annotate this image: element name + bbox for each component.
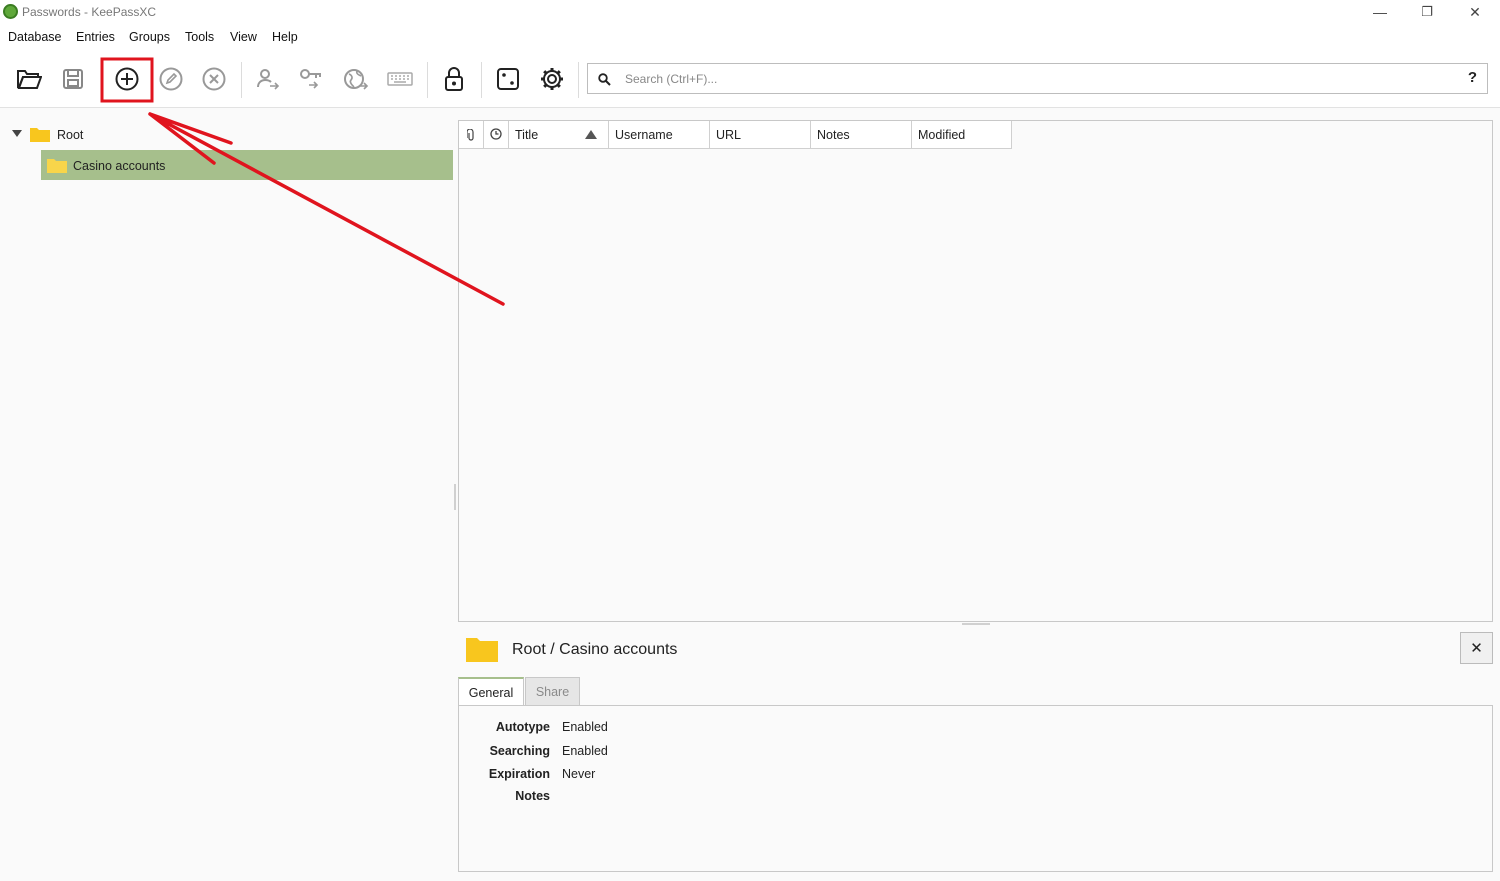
copy-url-button[interactable]: [339, 62, 373, 96]
copy-username-icon: [257, 69, 280, 90]
autotype-button[interactable]: [383, 62, 417, 96]
maximize-button[interactable]: ❐: [1404, 0, 1450, 24]
preview-group-path: Root / Casino accounts: [512, 641, 678, 658]
toolbar-separator: [578, 62, 579, 98]
menu-groups[interactable]: Groups: [129, 30, 170, 44]
group-folder-icon: [466, 638, 498, 662]
autotype-keyboard-icon: [387, 72, 413, 86]
expiration-label: Expiration: [488, 767, 550, 781]
copy-url-icon: [344, 69, 369, 90]
menu-database[interactable]: Database: [8, 30, 62, 44]
copy-password-icon: [300, 69, 321, 89]
menu-bar: Database Entries Groups Tools View Help: [0, 24, 1500, 50]
tree-item-root[interactable]: Root: [0, 120, 456, 150]
menu-entries[interactable]: Entries: [76, 30, 115, 44]
close-preview-button[interactable]: ✕: [1460, 632, 1493, 664]
toolbar-separator: [427, 62, 428, 98]
tree-root-label: Root: [57, 128, 84, 142]
copy-password-button[interactable]: [295, 62, 329, 96]
menu-tools[interactable]: Tools: [185, 30, 214, 44]
tab-general[interactable]: General: [458, 677, 524, 706]
folder-icon: [30, 128, 50, 142]
title-bar: Passwords - KeePassXC — ❐ ✕: [0, 0, 1500, 24]
column-modified-label: Modified: [918, 128, 966, 142]
lock-database-button[interactable]: [437, 62, 471, 96]
searching-label: Searching: [489, 744, 550, 758]
add-entry-icon: [115, 67, 139, 91]
delete-entry-button[interactable]: [197, 62, 231, 96]
vertical-splitter-handle[interactable]: [454, 484, 456, 510]
window-title: Passwords - KeePassXC: [22, 5, 157, 19]
searching-value: Enabled: [562, 744, 608, 758]
password-generator-icon: [497, 68, 519, 90]
horizontal-splitter-handle[interactable]: [962, 623, 990, 625]
general-tab-panel: Autotype Enabled Searching Enabled Expir…: [458, 705, 1493, 872]
toolbar-separator: [241, 62, 242, 98]
search-field[interactable]: Search (Ctrl+F)... ?: [587, 63, 1488, 94]
autotype-label: Autotype: [495, 720, 550, 734]
entry-table: Title Username URL Notes Modified: [458, 120, 1493, 622]
toolbar-separator: [481, 62, 482, 98]
delete-entry-icon: [202, 67, 226, 91]
tree-item-casino-accounts[interactable]: Casino accounts: [41, 150, 453, 180]
edit-entry-button[interactable]: [154, 62, 188, 96]
column-url[interactable]: URL: [710, 121, 811, 149]
column-title-label: Title: [515, 128, 539, 142]
group-tree-pane: Root Casino accounts: [0, 108, 456, 881]
column-notes-label: Notes: [817, 128, 850, 142]
toolbar: Search (Ctrl+F)... ?: [0, 50, 1500, 108]
menu-help[interactable]: Help: [272, 30, 298, 44]
sort-ascending-icon: [585, 130, 597, 139]
edit-entry-icon: [159, 67, 183, 91]
open-database-button[interactable]: [12, 62, 46, 96]
search-icon: [598, 73, 611, 86]
column-title[interactable]: Title: [509, 121, 609, 149]
settings-button[interactable]: [535, 62, 569, 96]
column-expiry[interactable]: [484, 121, 509, 149]
copy-username-button[interactable]: [251, 62, 285, 96]
tree-group-label: Casino accounts: [73, 159, 166, 173]
password-generator-button[interactable]: [491, 62, 525, 96]
paperclip-icon: [467, 129, 474, 141]
open-database-icon: [17, 70, 42, 89]
save-database-button[interactable]: [56, 62, 90, 96]
expand-arrow-icon: [12, 130, 22, 137]
column-url-label: URL: [716, 128, 742, 142]
clock-icon: [490, 128, 502, 140]
add-entry-button[interactable]: [110, 62, 144, 96]
folder-icon: [47, 159, 67, 173]
column-username[interactable]: Username: [609, 121, 710, 149]
column-notes[interactable]: Notes: [811, 121, 912, 149]
save-database-icon: [63, 69, 83, 89]
tab-share[interactable]: Share: [525, 677, 580, 706]
settings-gear-icon: [541, 68, 563, 90]
column-attachment[interactable]: [459, 121, 484, 149]
keepassxc-app-icon: [3, 4, 18, 19]
column-modified[interactable]: Modified: [912, 121, 1012, 149]
minimize-button[interactable]: —: [1357, 0, 1403, 24]
close-window-button[interactable]: ✕: [1452, 0, 1498, 24]
menu-view[interactable]: View: [230, 30, 257, 44]
expiration-value: Never: [562, 767, 596, 781]
notes-label: Notes: [515, 789, 550, 803]
column-username-label: Username: [615, 128, 673, 142]
lock-database-icon: [445, 67, 463, 91]
search-help-button[interactable]: ?: [1468, 69, 1477, 86]
search-placeholder: Search (Ctrl+F)...: [625, 72, 718, 86]
autotype-value: Enabled: [562, 720, 608, 734]
